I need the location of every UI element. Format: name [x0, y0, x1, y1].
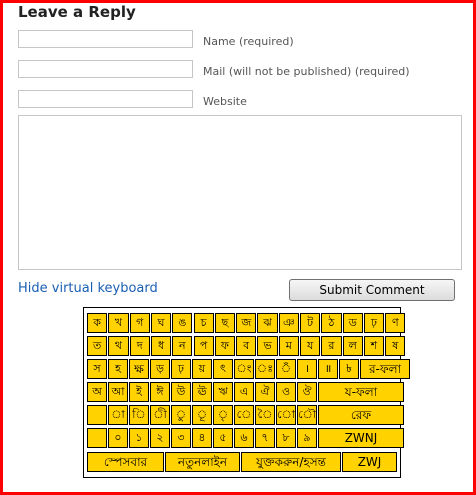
name-label: Name (required) — [203, 35, 294, 48]
keyboard-key[interactable]: ড় — [150, 359, 170, 379]
keyboard-key[interactable]: ণ — [385, 313, 406, 333]
keyboard-key[interactable]: ৪ — [192, 428, 212, 448]
keyboard-key[interactable]: এ — [234, 382, 254, 402]
keyboard-key[interactable]: য় — [192, 359, 212, 379]
keyboard-key[interactable]: ভ — [257, 336, 278, 356]
hide-keyboard-link[interactable]: Hide virtual keyboard — [18, 281, 158, 296]
keyboard-key[interactable]: ঞ — [278, 313, 299, 333]
keyboard-key[interactable]: ক্ষ — [129, 359, 149, 379]
keyboard-key[interactable]: া — [108, 405, 128, 425]
keyboard-key[interactable]: চ — [193, 313, 214, 333]
keyboard-key[interactable]: জ — [236, 313, 257, 333]
keyboard-key[interactable]: ল — [342, 336, 363, 356]
keyboard-key[interactable]: য — [300, 336, 321, 356]
keyboard-key[interactable]: ক — [87, 313, 108, 333]
keyboard-key[interactable]: ৯ — [297, 428, 317, 448]
keyboard-key[interactable]: থ — [108, 336, 129, 356]
keyboard-key[interactable]: ৎ — [213, 359, 233, 379]
keyboard-key[interactable]: স — [87, 359, 107, 379]
keyboard-key[interactable]: ZWJ — [342, 452, 397, 472]
keyboard-key[interactable]: ষ — [385, 336, 406, 356]
keyboard-key[interactable]: ড — [342, 313, 363, 333]
keyboard-key[interactable]: প — [193, 336, 214, 356]
keyboard-key[interactable]: ঋ — [213, 382, 233, 402]
keyboard-key[interactable]: ঢ় — [363, 313, 385, 333]
keyboard-key[interactable]: ঃ — [255, 359, 275, 379]
keyboard-key[interactable]: অ — [87, 382, 107, 402]
keyboard-key[interactable]: ু — [171, 405, 191, 425]
mail-input[interactable] — [18, 60, 193, 78]
keyboard-key[interactable]: র-ফলা — [360, 359, 410, 379]
keyboard-key[interactable]: ঢ় — [171, 359, 191, 379]
keyboard-key[interactable]: ৩ — [171, 428, 191, 448]
mail-label: Mail (will not be published) (required) — [203, 65, 410, 78]
keyboard-key[interactable]: ৭ — [255, 428, 275, 448]
keyboard-key[interactable]: ও — [276, 382, 296, 402]
keyboard-key[interactable]: ॥ — [318, 359, 338, 379]
keyboard-key[interactable]: ন — [172, 336, 193, 356]
keyboard-key[interactable]: র — [321, 336, 342, 356]
keyboard-key[interactable]: ঙ — [172, 313, 193, 333]
keyboard-key[interactable]: ে — [234, 405, 254, 425]
keyboard-key[interactable]: ি — [129, 405, 149, 425]
keyboard-key[interactable]: । — [297, 359, 317, 379]
keyboard-key[interactable]: ব — [236, 336, 257, 356]
website-input[interactable] — [18, 90, 193, 108]
keyboard-key[interactable] — [87, 428, 107, 448]
comment-textarea[interactable] — [18, 115, 462, 270]
keyboard-key[interactable]: ঔ — [297, 382, 317, 402]
keyboard-key[interactable]: উ — [171, 382, 191, 402]
keyboard-key[interactable]: যুক্তকরুন/হসন্ত — [241, 452, 341, 472]
name-input[interactable] — [18, 30, 193, 48]
keyboard-key[interactable]: ত — [87, 336, 108, 356]
keyboard-key[interactable]: ৌ — [297, 405, 317, 425]
keyboard-key[interactable]: ফ — [214, 336, 236, 356]
keyboard-key[interactable]: ই — [129, 382, 149, 402]
submit-comment-button[interactable]: Submit Comment — [289, 279, 455, 301]
keyboard-key[interactable]: ম — [278, 336, 299, 356]
keyboard-key[interactable]: ৈ — [255, 405, 275, 425]
keyboard-key[interactable]: ৳ — [339, 359, 359, 379]
keyboard-key[interactable]: ধ — [150, 336, 172, 356]
keyboard-key[interactable]: আ — [108, 382, 128, 402]
keyboard-key[interactable] — [87, 405, 107, 425]
keyboard-key[interactable]: ো — [276, 405, 296, 425]
keyboard-key[interactable]: ৮ — [276, 428, 296, 448]
keyboard-key[interactable]: নতুনলাইন — [165, 452, 240, 472]
keyboard-key[interactable]: ং — [234, 359, 254, 379]
keyboard-key[interactable]: ূ — [192, 405, 212, 425]
keyboard-key[interactable]: ZWNJ — [318, 428, 404, 448]
reply-title: Leave a Reply — [18, 3, 136, 21]
keyboard-key[interactable]: ঁ — [276, 359, 296, 379]
keyboard-key[interactable]: ী — [150, 405, 170, 425]
keyboard-key[interactable]: ঐ — [255, 382, 275, 402]
keyboard-key[interactable]: রেফ — [318, 405, 404, 425]
keyboard-key[interactable]: ট — [300, 313, 321, 333]
keyboard-key[interactable]: ঘ — [150, 313, 172, 333]
keyboard-key[interactable]: ঝ — [257, 313, 278, 333]
keyboard-key[interactable]: ঊ — [192, 382, 212, 402]
keyboard-key[interactable]: ৃ — [213, 405, 233, 425]
keyboard-key[interactable]: খ — [108, 313, 129, 333]
keyboard-key[interactable]: গ — [129, 313, 150, 333]
keyboard-key[interactable]: স্পেসবার — [87, 452, 164, 472]
virtual-keyboard: ক খ গ ঘ ঙ চ ছ জ ঝ ঞ ট ঠ ড ঢ় ণ ত থ দ ধ ন প ফ ব ভ ম য র ল শ ষ স হ ক্ষ ড় ঢ়… — [83, 307, 410, 478]
keyboard-key[interactable]: ৬ — [234, 428, 254, 448]
keyboard-key[interactable]: ছ — [214, 313, 236, 333]
keyboard-key[interactable]: শ — [363, 336, 385, 356]
keyboard-key[interactable]: ঠ — [321, 313, 342, 333]
keyboard-key[interactable]: দ — [129, 336, 150, 356]
keyboard-key[interactable]: ১ — [129, 428, 149, 448]
keyboard-key[interactable]: ঈ — [150, 382, 170, 402]
keyboard-key[interactable]: য-ফলা — [318, 382, 404, 402]
keyboard-key[interactable]: ৫ — [213, 428, 233, 448]
keyboard-key[interactable]: হ — [108, 359, 128, 379]
keyboard-key[interactable]: ০ — [108, 428, 128, 448]
keyboard-key[interactable]: ২ — [150, 428, 170, 448]
website-label: Website — [203, 95, 247, 108]
